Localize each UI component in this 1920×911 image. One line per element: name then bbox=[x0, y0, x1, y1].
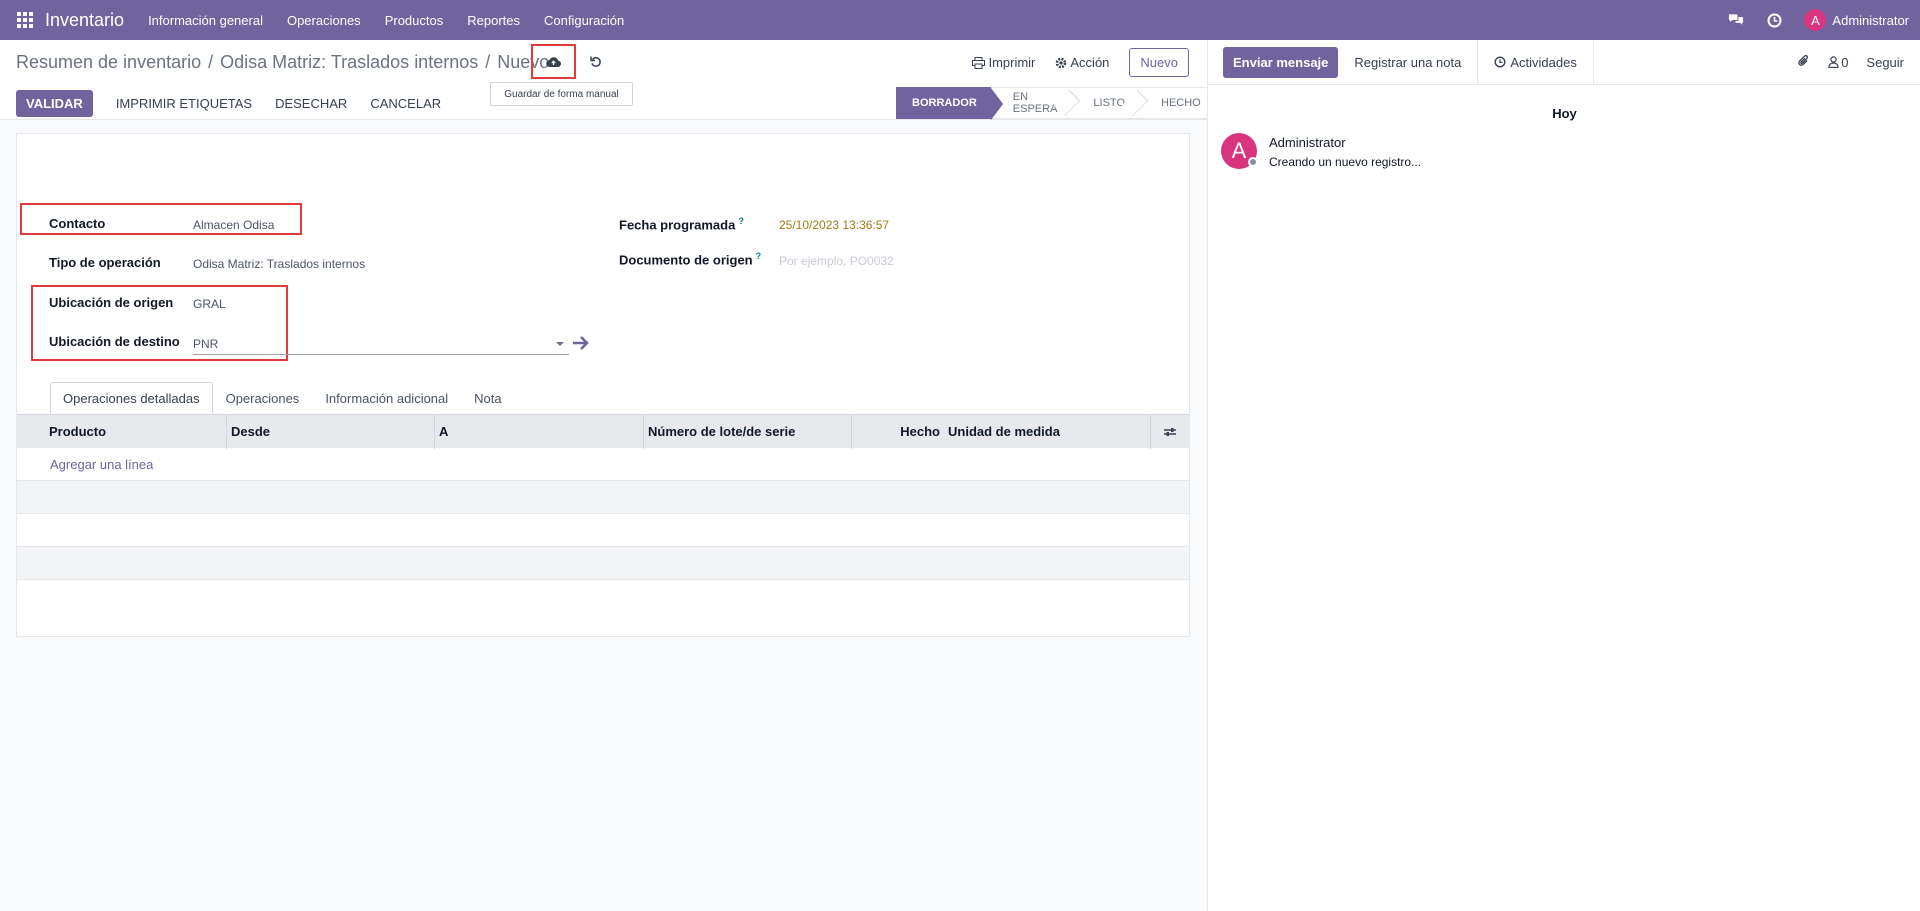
log-note-button[interactable]: Registrar una nota bbox=[1354, 39, 1479, 85]
presence-status-icon bbox=[1248, 157, 1258, 167]
save-tooltip: Guardar de forma manual bbox=[490, 82, 633, 106]
arrow-right-icon[interactable] bbox=[572, 335, 590, 351]
breadcrumb-inventory-overview[interactable]: Resumen de inventario bbox=[16, 52, 201, 73]
tab-additional-info[interactable]: Información adicional bbox=[312, 382, 461, 414]
paperclip-icon[interactable] bbox=[1797, 54, 1810, 71]
activities-label: Actividades bbox=[1510, 54, 1577, 70]
column-product[interactable]: Producto bbox=[17, 414, 227, 449]
move-lines-table: Producto Desde A Número de lote/de serie… bbox=[17, 414, 1189, 580]
apps-menu-icon[interactable] bbox=[17, 12, 33, 28]
stage-draft[interactable]: BORRADOR bbox=[896, 87, 1003, 120]
print-label: Imprimir bbox=[988, 55, 1036, 70]
clock-icon[interactable] bbox=[1766, 12, 1782, 28]
nav-reportes[interactable]: Reportes bbox=[467, 13, 520, 28]
message-author[interactable]: Administrator bbox=[1269, 135, 1421, 150]
contact-label: Contacto bbox=[49, 216, 106, 231]
source-location-field[interactable]: GRAL bbox=[193, 297, 226, 311]
action-button[interactable]: Acción bbox=[1055, 55, 1109, 70]
source-document-field[interactable]: Por ejemplo, PO0032 bbox=[779, 254, 894, 268]
clock-icon bbox=[1494, 56, 1506, 68]
destination-location-label: Ubicación de destino bbox=[49, 334, 180, 349]
chatter-panel: Enviar mensaje Registrar una nota Activi… bbox=[1207, 39, 1920, 911]
table-row bbox=[17, 547, 1189, 580]
user-avatar: A bbox=[1804, 9, 1827, 31]
column-done[interactable]: Hecho bbox=[852, 415, 944, 449]
action-label: Acción bbox=[1070, 55, 1110, 70]
destination-location-field[interactable]: PNR bbox=[193, 337, 218, 351]
date-separator: Hoy bbox=[1552, 106, 1577, 121]
chatter-message: A Administrator Creando un nuevo registr… bbox=[1221, 133, 1421, 169]
table-row bbox=[17, 514, 1189, 547]
table-header: Producto Desde A Número de lote/de serie… bbox=[17, 414, 1189, 449]
printer-icon bbox=[972, 56, 986, 69]
dropdown-caret-icon[interactable] bbox=[556, 342, 564, 346]
cloud-upload-icon bbox=[546, 56, 561, 67]
user-menu[interactable]: A Administrator bbox=[1804, 9, 1909, 31]
column-lot-serial[interactable]: Número de lote/de serie bbox=[644, 414, 852, 449]
user-name: Administrator bbox=[1832, 12, 1909, 28]
status-bar: BORRADOR EN ESPERA LISTO HECHO bbox=[896, 87, 1209, 120]
followers-button[interactable]: 0 bbox=[1828, 55, 1848, 70]
nav-productos[interactable]: Productos bbox=[385, 13, 444, 28]
author-avatar[interactable]: A bbox=[1221, 133, 1258, 169]
breadcrumb-internal-transfers[interactable]: Odisa Matriz: Traslados internos bbox=[220, 52, 478, 73]
source-document-label: Documento de origen? bbox=[619, 251, 762, 268]
print-button[interactable]: Imprimir bbox=[972, 55, 1035, 70]
cancel-button[interactable]: CANCELAR bbox=[370, 96, 441, 111]
breadcrumb: Resumen de inventario / Odisa Matriz: Tr… bbox=[16, 52, 550, 73]
contact-field[interactable]: Almacen Odisa bbox=[193, 218, 274, 232]
source-location-label: Ubicación de origen bbox=[49, 295, 174, 310]
undo-icon bbox=[590, 56, 601, 67]
scheduled-date-field[interactable]: 25/10/2023 13:36:57 bbox=[779, 218, 889, 232]
activities-button[interactable]: Actividades bbox=[1478, 39, 1594, 85]
column-to[interactable]: A bbox=[435, 414, 644, 449]
form-sheet: Contacto Almacen Odisa Tipo de operación… bbox=[16, 133, 1190, 637]
print-labels-button[interactable]: IMPRIMIR ETIQUETAS bbox=[116, 96, 252, 111]
nav-informacion-general[interactable]: Información general bbox=[148, 13, 263, 28]
column-from[interactable]: Desde bbox=[227, 414, 435, 449]
stage-done[interactable]: HECHO bbox=[1139, 87, 1209, 119]
tab-detailed-operations[interactable]: Operaciones detalladas bbox=[50, 382, 213, 414]
table-row bbox=[17, 481, 1189, 514]
scheduled-date-label: Fecha programada? bbox=[619, 216, 744, 233]
help-icon[interactable]: ? bbox=[756, 251, 762, 261]
new-record-button[interactable]: Nuevo bbox=[1129, 48, 1189, 77]
save-manually-button[interactable] bbox=[531, 44, 576, 79]
sliders-icon bbox=[1164, 427, 1176, 436]
stage-ready[interactable]: LISTO bbox=[1071, 87, 1149, 119]
gear-icon bbox=[1056, 57, 1067, 68]
notebook-tabs: Operaciones detalladas Operaciones Infor… bbox=[50, 382, 515, 414]
column-uom[interactable]: Unidad de medida bbox=[944, 414, 1151, 449]
tab-note[interactable]: Nota bbox=[461, 382, 514, 414]
user-icon bbox=[1828, 56, 1839, 68]
optional-columns-toggle[interactable] bbox=[1151, 415, 1189, 449]
discard-changes-button[interactable] bbox=[589, 54, 605, 70]
chat-icon[interactable] bbox=[1728, 12, 1744, 28]
followers-count: 0 bbox=[1841, 54, 1849, 70]
nav-operaciones[interactable]: Operaciones bbox=[287, 13, 361, 28]
nav-configuracion[interactable]: Configuración bbox=[544, 13, 624, 28]
validate-button[interactable]: VALIDAR bbox=[16, 90, 93, 117]
follow-button[interactable]: Seguir bbox=[1866, 55, 1904, 70]
help-icon[interactable]: ? bbox=[738, 216, 744, 226]
scrap-button[interactable]: DESECHAR bbox=[275, 96, 347, 111]
top-navbar: Inventario Información general Operacion… bbox=[0, 0, 1920, 40]
message-body: Creando un nuevo registro... bbox=[1269, 155, 1422, 169]
table-row: Agregar una línea bbox=[17, 448, 1189, 481]
operation-type-field[interactable]: Odisa Matriz: Traslados internos bbox=[193, 257, 365, 271]
send-message-button[interactable]: Enviar mensaje bbox=[1223, 46, 1339, 78]
stage-waiting[interactable]: EN ESPERA bbox=[990, 87, 1081, 119]
app-brand[interactable]: Inventario bbox=[45, 10, 124, 31]
control-panel: Resumen de inventario / Odisa Matriz: Tr… bbox=[0, 40, 1209, 120]
tab-operations[interactable]: Operaciones bbox=[213, 382, 313, 414]
operation-type-label: Tipo de operación bbox=[49, 255, 161, 270]
add-line-link[interactable]: Agregar una línea bbox=[50, 457, 153, 472]
